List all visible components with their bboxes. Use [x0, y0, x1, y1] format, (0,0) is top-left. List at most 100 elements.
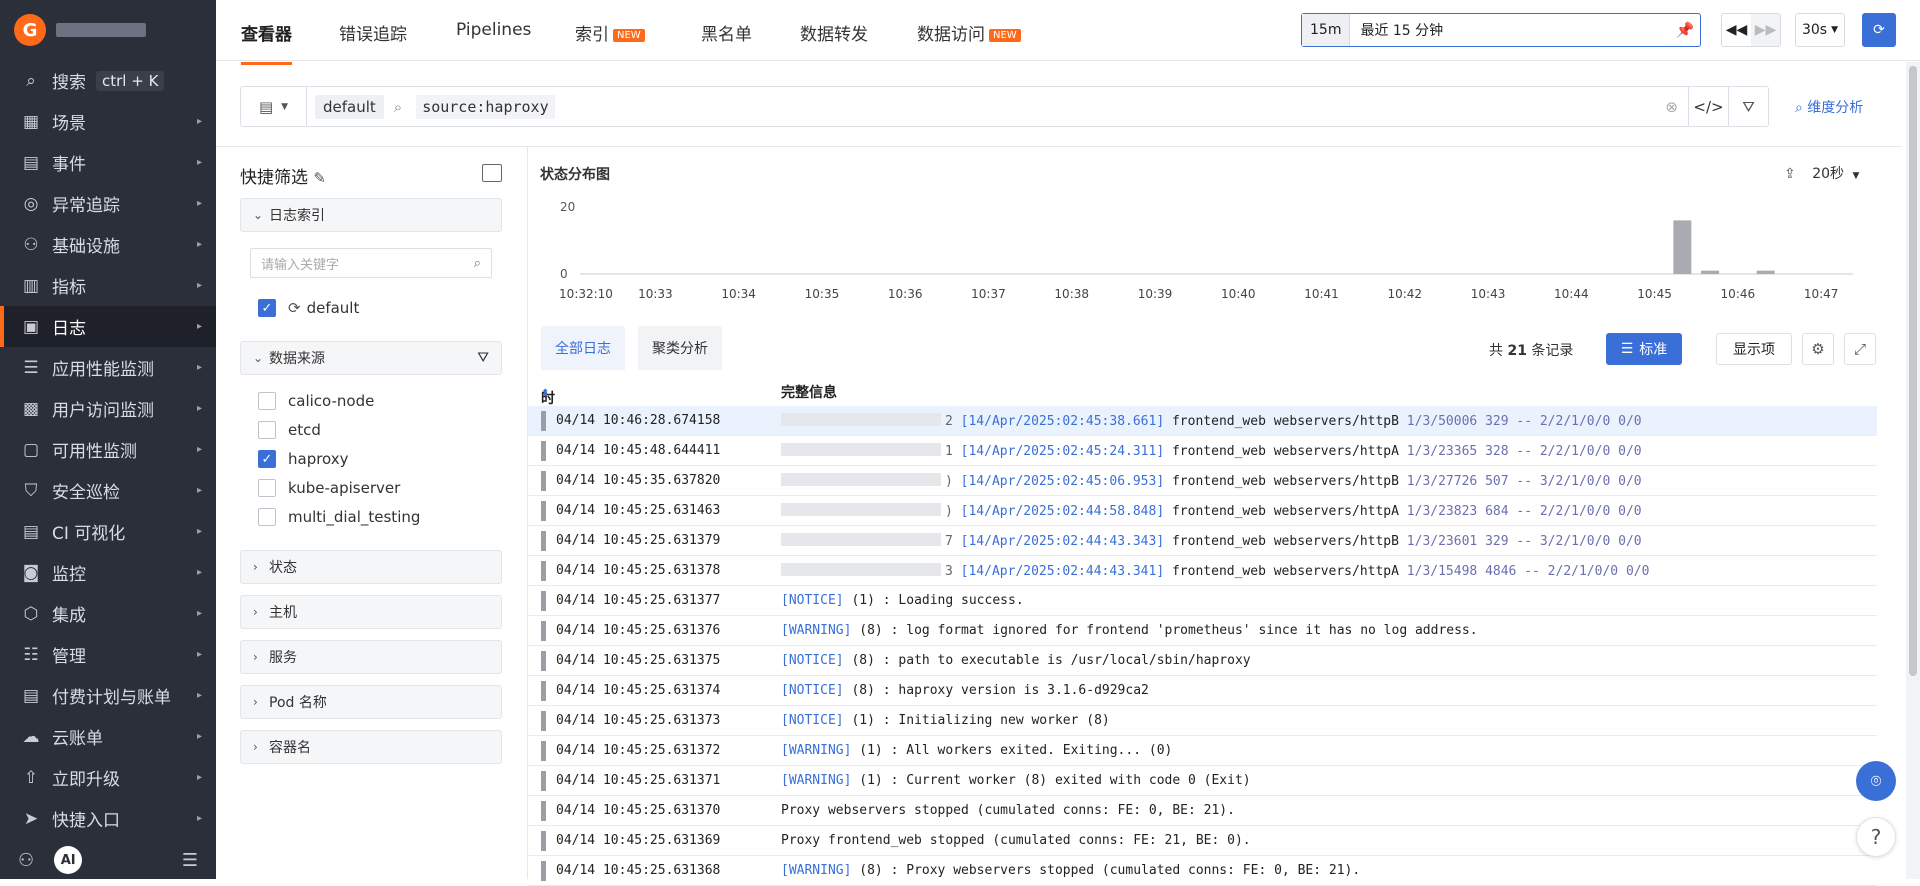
top-tab[interactable]: 数据转发: [800, 20, 868, 45]
filter-group[interactable]: › 状态: [240, 550, 502, 584]
source-option[interactable]: kube-apiserver: [258, 479, 400, 497]
sidebar-item[interactable]: ☁ 云账单 ▸: [0, 716, 216, 757]
time-step-buttons: ◀◀ ▶▶: [1721, 13, 1781, 47]
chevron-down-icon[interactable]: ▼: [1852, 171, 1859, 181]
top-tab[interactable]: 黑名单: [701, 20, 752, 45]
table-row[interactable]: 04/14 10:45:25.631377 [NOTICE] (1) : Load…: [528, 586, 1877, 616]
sidebar-item[interactable]: ▤ 事件 ▸: [0, 142, 216, 183]
filter-group[interactable]: › Pod 名称: [240, 685, 502, 719]
top-tab[interactable]: 查看器: [241, 20, 292, 65]
display-columns-button[interactable]: 显示项: [1716, 333, 1792, 365]
checkbox[interactable]: [258, 479, 276, 497]
time-range-text[interactable]: 最近 15 分钟: [1350, 20, 1670, 40]
export-icon[interactable]: ⇪: [1784, 166, 1796, 182]
pin-icon[interactable]: 📌: [1670, 21, 1700, 39]
tab-all-logs[interactable]: 全部日志: [541, 326, 625, 370]
sidebar-item[interactable]: ◙ 监控 ▸: [0, 552, 216, 593]
filter-group-source[interactable]: ⌄ 数据来源 ⛛: [240, 341, 502, 375]
scrollbar-thumb[interactable]: [1909, 66, 1917, 676]
sidebar-item[interactable]: ▣ 日志 ▸: [0, 306, 216, 347]
filter-icon[interactable]: ⛛: [1728, 87, 1768, 126]
table-row[interactable]: 04/14 10:45:25.631376 [WARNING] (8) : log…: [528, 616, 1877, 646]
top-tab[interactable]: 错误追踪: [339, 20, 407, 45]
time-range-picker[interactable]: 15m 最近 15 分钟 📌: [1301, 13, 1701, 47]
collapse-sidebar-icon[interactable]: ☰: [182, 850, 198, 871]
code-mode-icon[interactable]: </>: [1688, 87, 1728, 126]
brand-logo[interactable]: G: [14, 14, 46, 46]
refresh-button[interactable]: ⟳: [1862, 13, 1896, 47]
source-option[interactable]: calico-node: [258, 392, 374, 410]
filter-group[interactable]: › 服务: [240, 640, 502, 674]
checkbox[interactable]: [258, 508, 276, 526]
workspace-name-blurred[interactable]: [56, 23, 146, 37]
clear-icon[interactable]: ⊗: [1665, 98, 1678, 116]
sidebar-item[interactable]: ▤ CI 可视化 ▸: [0, 511, 216, 552]
dimension-analysis-link[interactable]: ⌕ 维度分析: [1795, 97, 1863, 117]
checkbox[interactable]: [258, 421, 276, 439]
sidebar-item[interactable]: ⬡ 集成 ▸: [0, 593, 216, 634]
fullscreen-icon[interactable]: ⤢: [1844, 333, 1876, 365]
table-row[interactable]: 04/14 10:45:25.631379 7 [14/Apr/2025:02:4…: [528, 526, 1877, 556]
step-forward-icon[interactable]: ▶▶: [1751, 14, 1780, 46]
tab-cluster-analysis[interactable]: 聚类分析: [638, 326, 722, 370]
sidebar-item[interactable]: ➤ 快捷入口 ▸: [0, 798, 216, 839]
table-row[interactable]: 04/14 10:45:25.631375 [NOTICE] (8) : path…: [528, 646, 1877, 676]
table-row[interactable]: 04/14 10:45:25.631463) [14/Apr/2025:02:4…: [528, 496, 1877, 526]
ai-assistant-icon[interactable]: AI: [54, 846, 83, 874]
source-option[interactable]: multi_dial_testing: [258, 508, 420, 526]
top-tab[interactable]: Pipelines: [456, 20, 531, 40]
sidebar-item[interactable]: ⛉ 安全巡检 ▸: [0, 470, 216, 511]
standard-view-button[interactable]: ☰ 标准: [1606, 333, 1682, 365]
sidebar-item[interactable]: ▦ 场景 ▸: [0, 101, 216, 142]
top-tab[interactable]: 索引 NEW: [575, 20, 645, 45]
filter-group-index[interactable]: ⌄ 日志索引: [240, 198, 502, 232]
checkbox[interactable]: [258, 392, 276, 410]
step-back-icon[interactable]: ◀◀: [1722, 22, 1751, 38]
source-option[interactable]: etcd: [258, 421, 321, 439]
table-row[interactable]: 04/14 10:45:25.631369 Proxy frontend_web …: [528, 826, 1877, 856]
interval-select[interactable]: 20秒: [1812, 166, 1844, 182]
checkbox-checked[interactable]: ✓: [258, 299, 276, 317]
sidebar-item[interactable]: ☰ 应用性能监测 ▸: [0, 347, 216, 388]
edit-icon[interactable]: ✎: [313, 169, 326, 187]
clear-filter-icon[interactable]: ⛛: [477, 350, 489, 366]
filter-group[interactable]: › 容器名: [240, 730, 502, 764]
sidebar-item[interactable]: ⇧ 立即升级 ▸: [0, 757, 216, 798]
sidebar-item[interactable]: ▩ 用户访问监测 ▸: [0, 388, 216, 429]
table-row[interactable]: 04/14 10:45:25.631373 [NOTICE] (1) : Init…: [528, 706, 1877, 736]
table-row[interactable]: 04/14 10:45:25.631370 Proxy webservers st…: [528, 796, 1877, 826]
table-row[interactable]: 04/14 10:45:25.631378 3 [14/Apr/2025:02:4…: [528, 556, 1877, 586]
user-icon[interactable]: ⚇: [18, 850, 34, 871]
source-option[interactable]: ✓ haproxy: [258, 450, 349, 468]
sort-icon[interactable]: ⬍: [541, 388, 549, 399]
help-button[interactable]: ?: [1856, 817, 1896, 857]
index-tag[interactable]: default: [315, 94, 384, 119]
sidebar-item[interactable]: ☷ 管理 ▸: [0, 634, 216, 675]
keyword-input[interactable]: 请输入关键字 ⌕: [250, 248, 492, 278]
sidebar-item[interactable]: ◎ 异常追踪 ▸: [0, 183, 216, 224]
collapse-panel-icon[interactable]: [482, 164, 502, 182]
query-token[interactable]: source:haproxy: [416, 94, 555, 119]
sidebar-item[interactable]: ⚇ 基础设施 ▸: [0, 224, 216, 265]
settings-icon[interactable]: ⚙: [1802, 333, 1834, 365]
table-row[interactable]: 04/14 10:45:25.631374 [NOTICE] (8) : hapr…: [528, 676, 1877, 706]
sidebar-item[interactable]: ▥ 指标 ▸: [0, 265, 216, 306]
table-row[interactable]: 04/14 10:46:28.674158 2 [14/Apr/2025:02:4…: [528, 406, 1877, 436]
table-row[interactable]: 04/14 10:45:25.631372 [WARNING] (1) : All…: [528, 736, 1877, 766]
sidebar-item[interactable]: ▢ 可用性监测 ▸: [0, 429, 216, 470]
filter-group[interactable]: › 主机: [240, 595, 502, 629]
top-tab[interactable]: 数据访问 NEW: [917, 20, 1021, 45]
refresh-interval-select[interactable]: 30s ▼: [1795, 13, 1845, 47]
screenshot-capture-button[interactable]: ⌾: [1856, 761, 1896, 801]
chevron-right-icon: ›: [253, 650, 258, 664]
datasource-select[interactable]: ▤ ▼: [241, 87, 307, 126]
table-row[interactable]: 04/14 10:45:35.637820) [14/Apr/2025:02:4…: [528, 466, 1877, 496]
table-row[interactable]: 04/14 10:45:25.631371 [WARNING] (1) : Cur…: [528, 766, 1877, 796]
table-row[interactable]: 04/14 10:45:25.631368 [WARNING] (8) : Pro…: [528, 856, 1877, 886]
sidebar-item[interactable]: ▤ 付费计划与账单 ▸: [0, 675, 216, 716]
sidebar-item[interactable]: ⌕ 搜索 ctrl + K: [0, 60, 216, 101]
checkbox[interactable]: ✓: [258, 450, 276, 468]
table-row[interactable]: 04/14 10:45:48.644411 1 [14/Apr/2025:02:4…: [528, 436, 1877, 466]
time-range-short[interactable]: 15m: [1302, 14, 1351, 46]
index-option-default[interactable]: ✓ ⟳ default: [258, 299, 359, 317]
